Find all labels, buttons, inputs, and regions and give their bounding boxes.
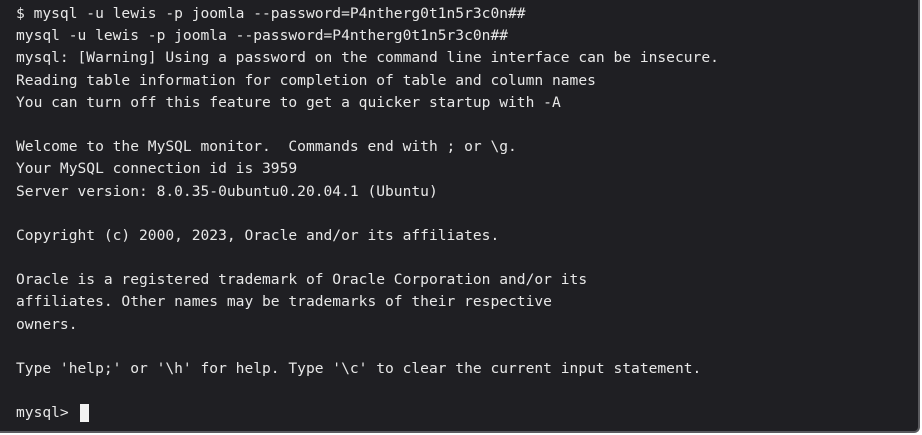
terminal-line: Type 'help;' or '\h' for help. Type '\c'… [16, 360, 702, 377]
terminal-line: You can turn off this feature to get a q… [16, 93, 561, 111]
terminal-line: Welcome to the MySQL monitor. Commands e… [16, 138, 517, 156]
terminal-line: mysql: [Warning] Using a password on the… [16, 49, 719, 67]
terminal-output: $ mysql -u lewis -p joomla --password=P4… [16, 3, 918, 425]
terminal-line: Oracle is a registered trademark of Orac… [16, 271, 588, 289]
terminal-line: Copyright (c) 2000, 2023, Oracle and/or … [16, 226, 500, 244]
mysql-prompt-line[interactable]: mysql> [16, 402, 918, 424]
terminal-line: affiliates. Other names may be trademark… [16, 293, 552, 311]
terminal-line: Reading table information for completion… [16, 71, 596, 89]
terminal-window[interactable]: $ mysql -u lewis -p joomla --password=P4… [0, 0, 920, 433]
cursor-block [79, 404, 89, 423]
terminal-line: mysql -u lewis -p joomla --password=P4nt… [16, 27, 509, 45]
terminal-line: Your MySQL connection id is 3959 [16, 160, 298, 178]
mysql-prompt: mysql> [16, 404, 78, 422]
terminal-line: $ mysql -u lewis -p joomla --password=P4… [16, 5, 526, 22]
terminal-line: owners. [16, 315, 78, 333]
terminal-line: Server version: 8.0.35-0ubuntu0.20.04.1 … [16, 182, 438, 200]
